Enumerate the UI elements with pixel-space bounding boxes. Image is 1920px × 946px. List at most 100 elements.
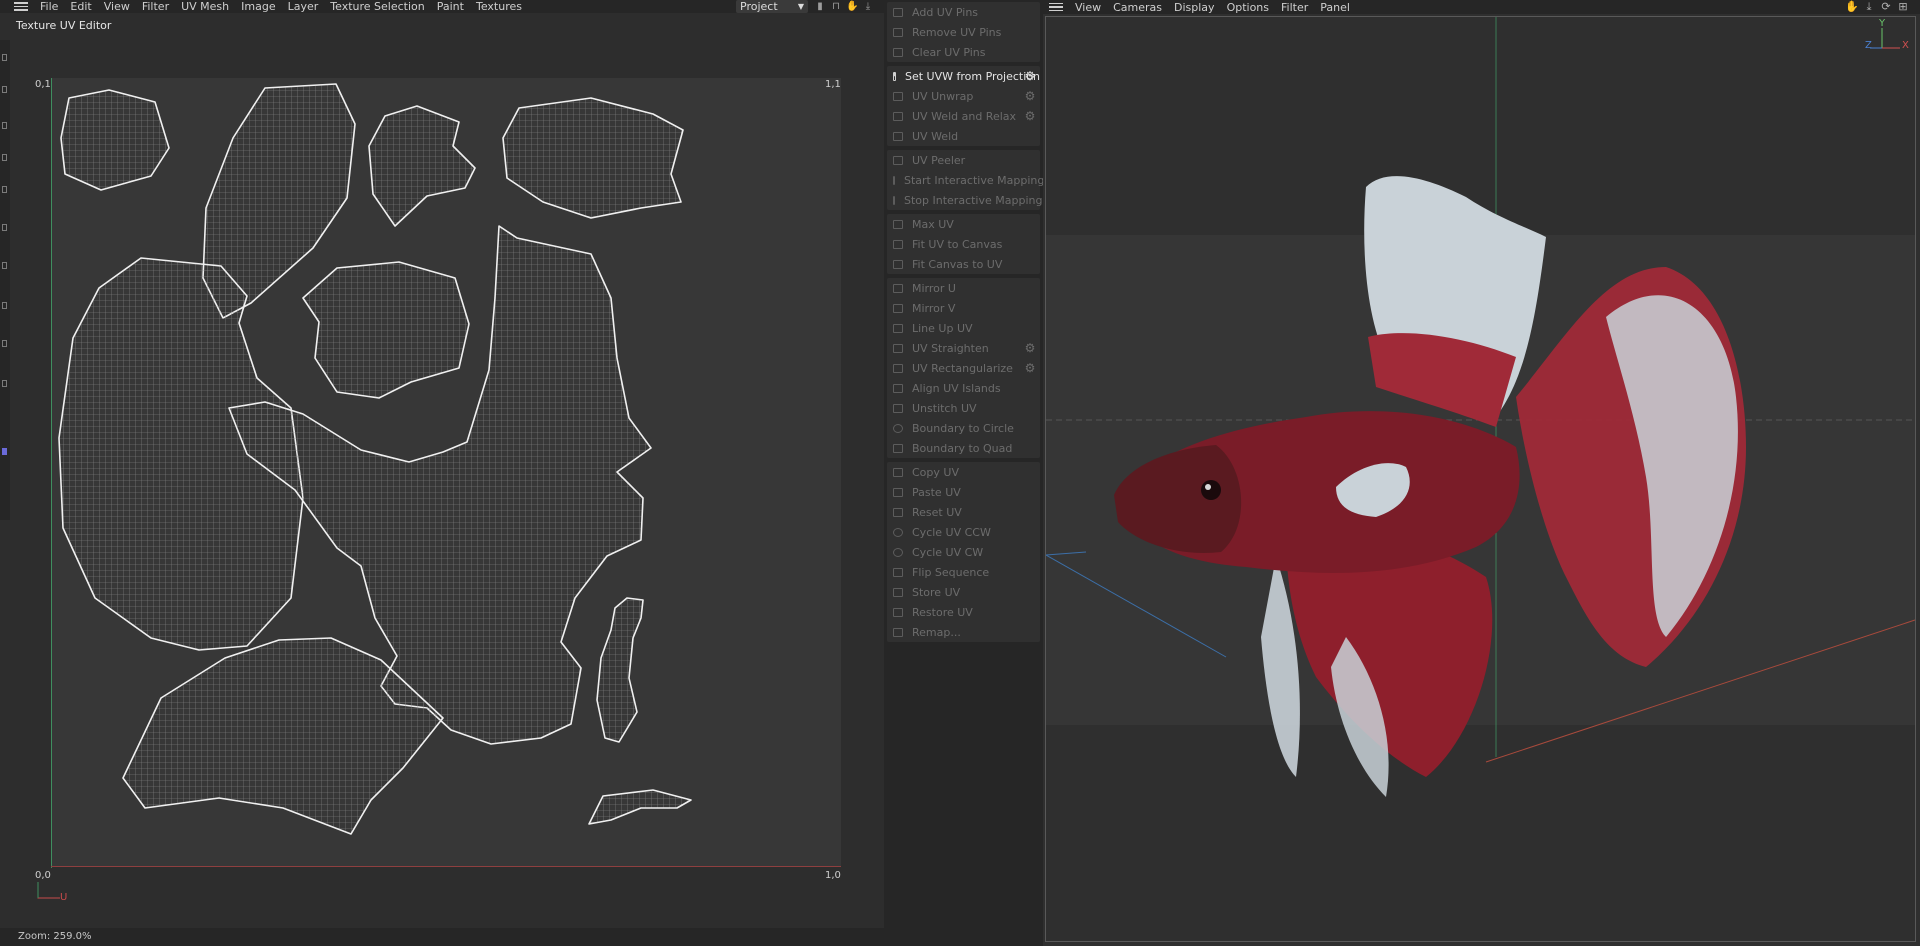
menu-filter[interactable]: Filter xyxy=(1275,1,1314,14)
tool-mark[interactable] xyxy=(2,186,7,193)
restore-icon xyxy=(893,607,903,617)
boundary-to-quad-button[interactable]: Boundary to Quad xyxy=(887,438,1040,458)
reset-icon xyxy=(893,507,903,517)
command-group-pins: Add UV Pins Remove UV Pins Clear UV Pins xyxy=(887,2,1040,62)
gear-icon[interactable]: ⚙ xyxy=(1024,70,1036,82)
lock-icon[interactable]: ⊓ xyxy=(830,0,842,13)
gear-icon[interactable]: ⚙ xyxy=(1024,342,1036,354)
menu-display[interactable]: Display xyxy=(1168,1,1221,14)
boundary-to-circle-button[interactable]: Boundary to Circle xyxy=(887,418,1040,438)
command-group-transform: Mirror U Mirror V Line Up UV UV Straight… xyxy=(887,278,1040,458)
tool-mark[interactable] xyxy=(2,262,7,269)
menu-layer[interactable]: Layer xyxy=(282,0,325,13)
command-group-fit: Max UV Fit UV to Canvas Fit Canvas to UV xyxy=(887,214,1040,274)
mirror-v-button[interactable]: Mirror V xyxy=(887,298,1040,318)
uv-rectangularize-button[interactable]: UV Rectangularize ⚙ xyxy=(887,358,1040,378)
menu-texture-selection[interactable]: Texture Selection xyxy=(324,0,430,13)
uv-weld-button[interactable]: UV Weld xyxy=(887,126,1040,146)
restore-uv-button[interactable]: Restore UV xyxy=(887,602,1040,622)
remap-button[interactable]: Remap... xyxy=(887,622,1040,642)
clear-uv-pins-button[interactable]: Clear UV Pins xyxy=(887,42,1040,62)
uv-straighten-button[interactable]: UV Straighten ⚙ xyxy=(887,338,1040,358)
histogram-icon[interactable]: ▮ xyxy=(814,0,826,13)
fit-uv-to-canvas-button[interactable]: Fit UV to Canvas xyxy=(887,234,1040,254)
tool-mark[interactable] xyxy=(2,54,7,61)
store-uv-button[interactable]: Store UV xyxy=(887,582,1040,602)
unstitch-uv-button[interactable]: Unstitch UV xyxy=(887,398,1040,418)
copy-uv-button[interactable]: Copy UV xyxy=(887,462,1040,482)
gear-icon[interactable]: ⚙ xyxy=(1024,110,1036,122)
remove-uv-pins-button[interactable]: Remove UV Pins xyxy=(887,22,1040,42)
maximize-view-icon[interactable]: ⊞ xyxy=(1896,0,1910,14)
menu-view[interactable]: View xyxy=(1069,1,1107,14)
hamburger-menu-icon[interactable] xyxy=(14,0,28,13)
pan-hand-icon[interactable]: ✋ xyxy=(846,0,858,13)
menu-edit[interactable]: Edit xyxy=(64,0,97,13)
line-up-uv-button[interactable]: Line Up UV xyxy=(887,318,1040,338)
fit-canvas-icon xyxy=(893,259,903,269)
add-uv-pins-button[interactable]: Add UV Pins xyxy=(887,2,1040,22)
uv-canvas[interactable] xyxy=(51,78,841,866)
tool-mark[interactable] xyxy=(2,380,7,387)
close-icon xyxy=(893,47,903,57)
tool-mark[interactable] xyxy=(2,224,7,231)
pan-hand-icon[interactable]: ✋ xyxy=(1845,0,1859,14)
tool-mark[interactable] xyxy=(2,122,7,129)
tool-mark[interactable] xyxy=(2,86,7,93)
pin-remove-icon xyxy=(893,27,903,37)
uv-editor-title: Texture UV Editor xyxy=(16,19,112,32)
store-icon xyxy=(893,587,903,597)
mirror-u-icon xyxy=(893,283,903,293)
max-uv-button[interactable]: Max UV xyxy=(887,214,1040,234)
menu-filter[interactable]: Filter xyxy=(136,0,175,13)
mirror-u-button[interactable]: Mirror U xyxy=(887,278,1040,298)
fit-canvas-to-uv-button[interactable]: Fit Canvas to UV xyxy=(887,254,1040,274)
uv-peeler-button[interactable]: UV Peeler xyxy=(887,150,1040,170)
menu-textures[interactable]: Textures xyxy=(470,0,528,13)
reset-uv-button[interactable]: Reset UV xyxy=(887,502,1040,522)
uv-corner-top-left: 0,1 xyxy=(35,79,51,90)
stop-interactive-mapping-button[interactable]: Stop Interactive Mapping xyxy=(887,190,1042,210)
uv-unwrap-button[interactable]: UV Unwrap ⚙ xyxy=(887,86,1040,106)
flip-icon xyxy=(893,567,903,577)
start-interactive-mapping-button[interactable]: Start Interactive Mapping xyxy=(887,170,1044,190)
uv-axis-u-line xyxy=(51,866,841,867)
align-uv-islands-button[interactable]: Align UV Islands xyxy=(887,378,1040,398)
cycle-uv-cw-button[interactable]: Cycle UV CW xyxy=(887,542,1040,562)
weld-relax-icon xyxy=(893,111,903,121)
copy-icon xyxy=(893,467,903,477)
tool-mark[interactable] xyxy=(2,154,7,161)
menu-uv-mesh[interactable]: UV Mesh xyxy=(175,0,235,13)
set-uvw-from-projection-button[interactable]: Set UVW from Projection ⚙ xyxy=(887,66,1040,86)
circle-icon xyxy=(893,423,903,433)
pin-icon xyxy=(893,7,903,17)
project-dropdown[interactable]: Project ▼ xyxy=(736,0,808,13)
axis-y-label: Y xyxy=(1879,18,1886,29)
hamburger-menu-icon[interactable] xyxy=(1049,1,1063,14)
tool-mark[interactable] xyxy=(2,340,7,347)
flip-sequence-button[interactable]: Flip Sequence xyxy=(887,562,1040,582)
cycle-uv-ccw-button[interactable]: Cycle UV CCW xyxy=(887,522,1040,542)
menu-options[interactable]: Options xyxy=(1221,1,1275,14)
tool-mark-active[interactable] xyxy=(2,448,7,455)
menu-panel[interactable]: Panel xyxy=(1314,1,1356,14)
gear-icon[interactable]: ⚙ xyxy=(1024,362,1036,374)
uv-weld-and-relax-button[interactable]: UV Weld and Relax ⚙ xyxy=(887,106,1040,126)
menu-paint[interactable]: Paint xyxy=(431,0,470,13)
move-icon[interactable]: ⤓ xyxy=(1862,0,1876,14)
viewport-scene xyxy=(1046,17,1915,797)
move-down-icon[interactable]: ⤓ xyxy=(862,0,874,13)
unwrap-icon xyxy=(893,91,903,101)
tool-mark[interactable] xyxy=(2,302,7,309)
menu-image[interactable]: Image xyxy=(235,0,281,13)
menu-cameras[interactable]: Cameras xyxy=(1107,1,1168,14)
rotate-view-icon[interactable]: ⟳ xyxy=(1879,0,1893,14)
uv-axis-u-label: U xyxy=(60,892,68,903)
gear-icon[interactable]: ⚙ xyxy=(1024,90,1036,102)
menu-file[interactable]: File xyxy=(34,0,64,13)
paste-uv-button[interactable]: Paste UV xyxy=(887,482,1040,502)
chevron-down-icon: ▼ xyxy=(797,2,804,11)
menu-view[interactable]: View xyxy=(98,0,136,13)
uv-corner-bottom-right: 1,0 xyxy=(825,870,841,881)
status-bar xyxy=(0,928,884,946)
